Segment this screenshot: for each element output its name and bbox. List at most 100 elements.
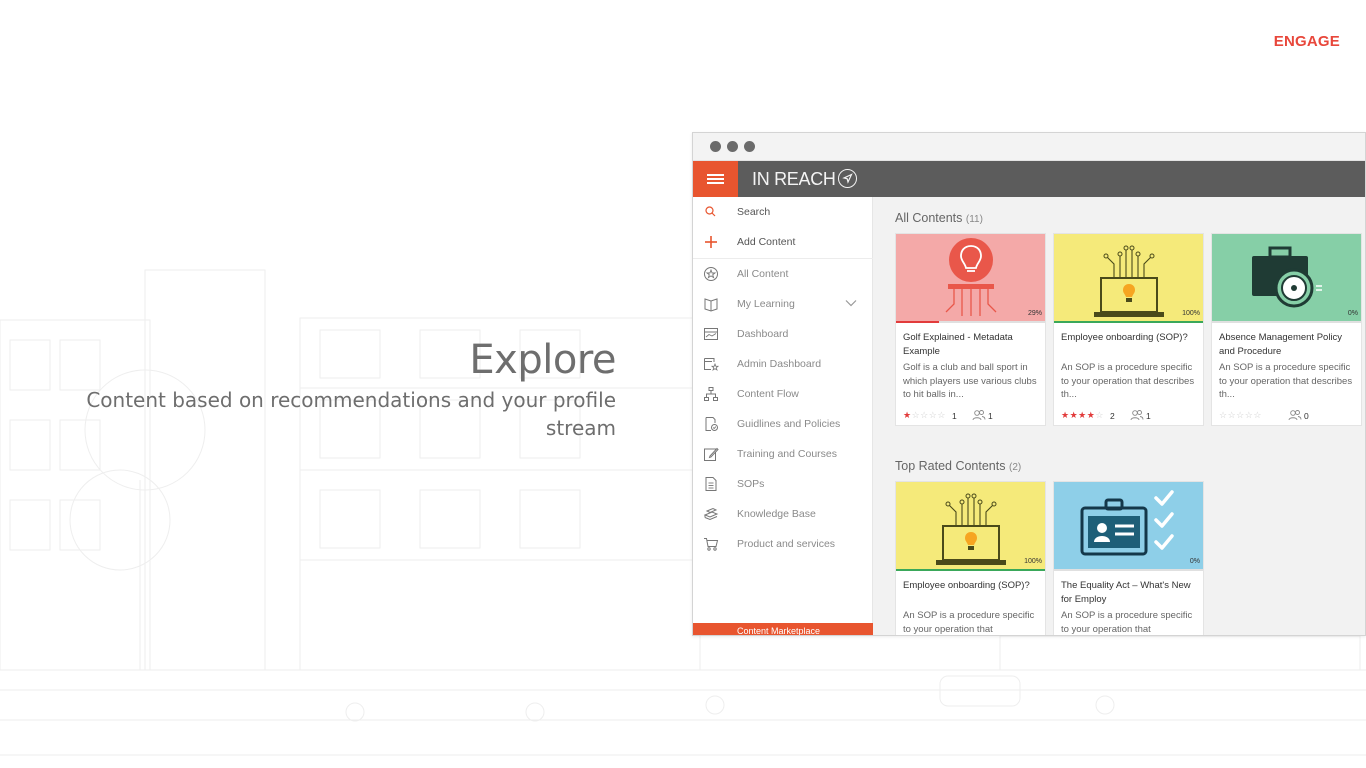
sidebar-item-add-content[interactable]: Add Content [693, 227, 873, 257]
progress-percent: 100% [1024, 558, 1042, 565]
sidebar-item-guidelines[interactable]: Guidlines and Policies [693, 409, 873, 439]
users-icon [972, 410, 986, 421]
star-icon[interactable]: ★ [1078, 410, 1087, 420]
star-icon[interactable]: ☆ [937, 410, 946, 420]
users-icon [1288, 410, 1302, 421]
app-window: IN REACH Search Add Content All Content … [692, 132, 1366, 636]
books-stack-icon [703, 507, 719, 521]
sidebar-item-dashboard[interactable]: Dashboard [693, 319, 873, 349]
section-count: (11) [965, 214, 983, 225]
progress-percent: 29% [1027, 310, 1042, 317]
sidebar-item-label: SOPs [737, 478, 765, 490]
sidebar-item-label: Guidlines and Policies [737, 418, 841, 430]
sidebar-item-label: Knowledge Base [737, 508, 816, 520]
content-card[interactable]: 100% Employee onboarding (SOP)? An SOP i… [1053, 233, 1204, 426]
sidebar-item-label: My Learning [737, 298, 795, 310]
dashboard-icon [704, 328, 718, 340]
card-description: An SOP is a procedure specific to your o… [1219, 362, 1353, 400]
hamburger-menu-button[interactable] [693, 161, 738, 197]
sidebar-item-sops[interactable]: SOPs [693, 469, 873, 499]
card-description: An SOP is a procedure specific to your o… [1061, 610, 1193, 635]
sidebar-item-products[interactable]: Product and services [693, 529, 873, 559]
star-icon[interactable]: ★ [1061, 410, 1070, 420]
hero-subtitle-line2: stream [545, 416, 616, 440]
top-rated-heading: Top Rated Contents (2) [895, 459, 1021, 473]
content-card[interactable]: 29% Golf Explained - Metadata Example Go… [895, 233, 1046, 426]
star-icon[interactable]: ★ [903, 410, 912, 420]
card-thumbnail [896, 482, 1045, 569]
card-title: Absence Management Policy and Procedure [1219, 332, 1343, 357]
sidebar-item-knowledge-base[interactable]: Knowledge Base [693, 499, 873, 529]
star-rating[interactable]: ★★★★☆ [1061, 410, 1104, 421]
sidebar-item-content-flow[interactable]: Content Flow [693, 379, 873, 409]
rating-count: 1 [952, 411, 957, 421]
sidebar-item-label: All Content [737, 268, 789, 280]
card-description: Golf is a club and ball sport in which p… [903, 362, 1037, 400]
star-rating[interactable]: ★☆☆☆☆ [903, 410, 946, 421]
policy-icon [705, 417, 718, 431]
sidebar-item-search[interactable]: Search [693, 197, 873, 227]
chevron-down-icon[interactable] [845, 299, 857, 307]
users-icon [1130, 410, 1144, 421]
progress-bar [1212, 321, 1361, 323]
star-icon[interactable]: ★ [1070, 410, 1079, 420]
card-title: The Equality Act – What's New for Employ [1061, 580, 1191, 605]
card-title: Employee onboarding (SOP)? [1061, 332, 1188, 343]
progress-percent: 0% [1189, 558, 1200, 565]
sidebar-item-training[interactable]: Training and Courses [693, 439, 873, 469]
card-thumbnail [896, 234, 1045, 321]
laptop-idea-icon [1094, 245, 1164, 317]
sidebar-item-label: Product and services [737, 538, 836, 550]
content-marketplace-button[interactable]: Content Marketplace [693, 623, 873, 635]
window-dot[interactable] [744, 141, 755, 152]
progress-bar [896, 321, 1045, 323]
sidebar-item-label: Training and Courses [737, 448, 837, 460]
sidebar-item-label: Add Content [737, 236, 796, 248]
book-icon [704, 298, 718, 312]
rating-count: 2 [1110, 411, 1115, 421]
star-icon[interactable]: ☆ [1095, 410, 1104, 420]
sidebar-item-label: Dashboard [737, 328, 789, 340]
content-card[interactable]: 0% The Equality Act – What's New for Emp… [1053, 481, 1204, 635]
card-thumbnail [1054, 234, 1203, 321]
card-title: Employee onboarding (SOP)? [903, 580, 1030, 591]
sidebar-item-admin-dashboard[interactable]: Admin Dashboard [693, 349, 873, 379]
sidebar-item-all-content[interactable]: All Content [693, 259, 873, 289]
app-header: IN REACH [693, 161, 1365, 197]
card-title: Golf Explained - Metadata Example [903, 332, 1013, 357]
star-rating[interactable]: ☆☆☆☆☆ [1219, 410, 1262, 421]
progress-percent: 100% [1182, 310, 1200, 317]
progress-bar [896, 569, 1045, 571]
progress-bar [1054, 321, 1203, 323]
star-icon[interactable]: ☆ [1253, 410, 1262, 420]
sidebar-item-my-learning[interactable]: My Learning [693, 289, 873, 319]
card-thumbnail [1212, 234, 1361, 321]
cart-icon [704, 538, 719, 551]
sidebar-item-label: Admin Dashboard [737, 358, 822, 370]
admin-dashboard-icon [704, 358, 719, 371]
app-brand: IN REACH [752, 169, 836, 189]
hero-subtitle-line1: Content based on recommendations and you… [86, 388, 616, 412]
flow-icon [704, 387, 718, 401]
main-content: All Contents (11) 29% Golf Explained - M… [874, 197, 1365, 635]
document-icon [705, 477, 717, 491]
window-dot[interactable] [710, 141, 721, 152]
card-description: An SOP is a procedure specific to your o… [1061, 362, 1195, 400]
id-badge-check-icon [1080, 490, 1174, 556]
content-card[interactable]: 100% Employee onboarding (SOP)? An SOP i… [895, 481, 1046, 635]
star-icon[interactable]: ☆ [1228, 410, 1237, 420]
window-titlebar [693, 133, 1365, 161]
lightbulb-icon [945, 238, 997, 316]
section-title: Top Rated Contents [895, 459, 1006, 473]
users-count: 1 [1146, 411, 1151, 421]
sidebar-item-label: Content Flow [737, 388, 799, 400]
window-dot[interactable] [727, 141, 738, 152]
content-card[interactable]: 0% Absence Management Policy and Procedu… [1211, 233, 1362, 426]
star-icon[interactable]: ☆ [1219, 410, 1228, 420]
star-icon[interactable]: ☆ [920, 410, 929, 420]
sidebar: Search Add Content All Content My Learni… [693, 197, 873, 635]
star-icon[interactable]: ☆ [1236, 410, 1245, 420]
star-icon[interactable]: ☆ [912, 410, 921, 420]
all-contents-heading: All Contents (11) [895, 211, 983, 225]
briefcase-clock-icon [1252, 246, 1322, 308]
